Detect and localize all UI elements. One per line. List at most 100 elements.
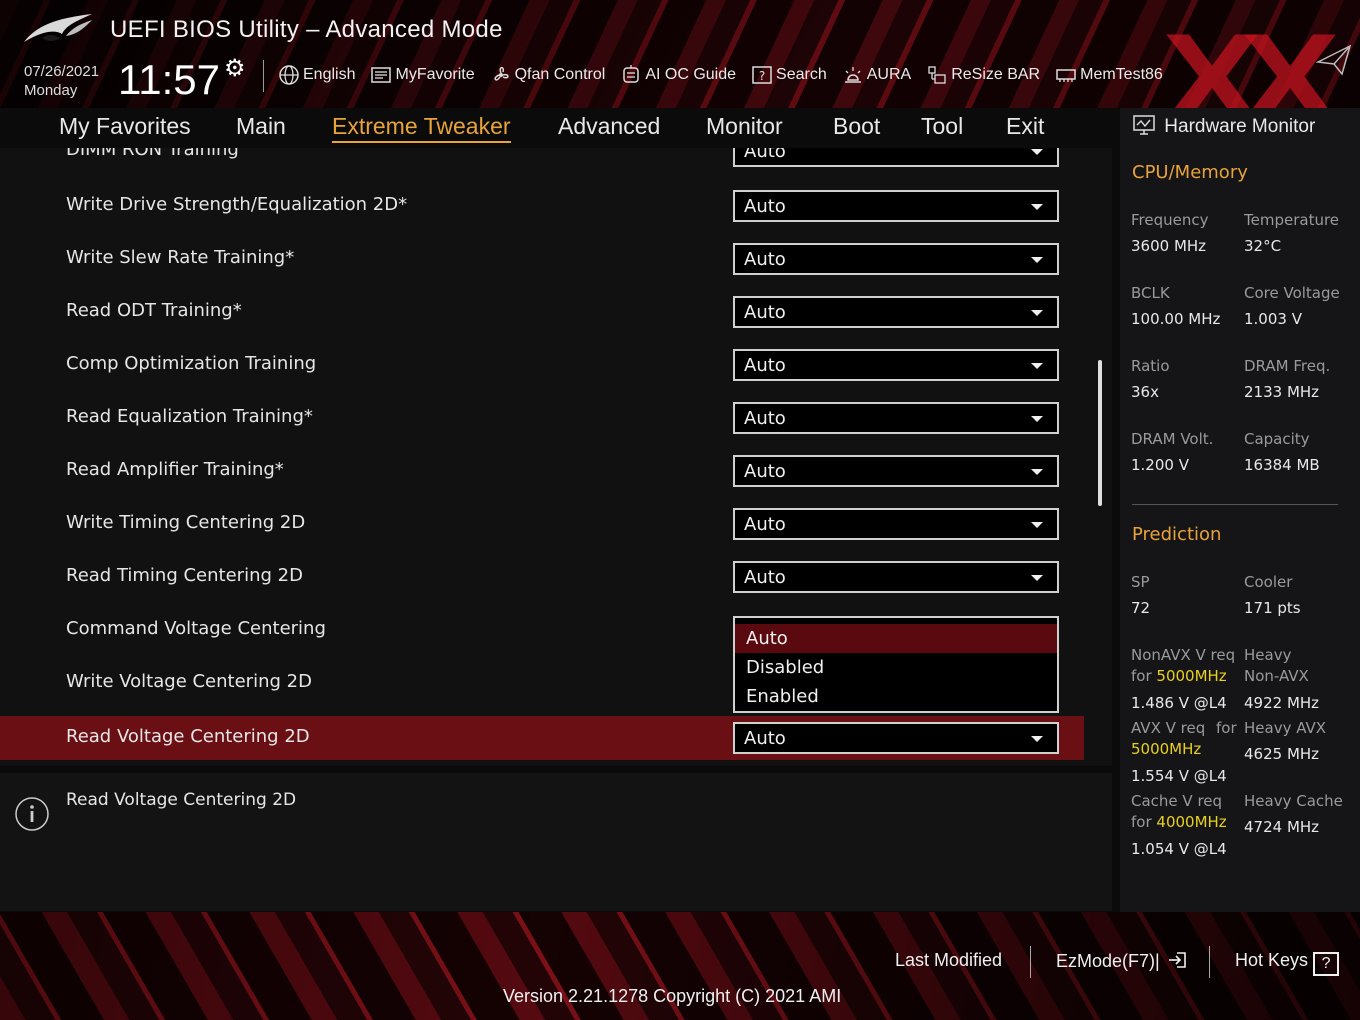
cooler-label: Cooler [1244,573,1293,591]
setting-select[interactable]: Auto [733,722,1059,754]
hardware-monitor-panel: Hardware Monitor CPU/Memory Frequency Te… [1120,108,1360,912]
sp-label: SP [1131,573,1150,591]
last-modified-button[interactable]: Last Modified [895,950,1002,971]
heavy-avx-value: 4625 MHz [1244,745,1320,763]
heavy-nonavx-label-1: Heavy [1244,646,1292,664]
globe-icon [279,65,299,85]
resize-bar-icon [928,66,946,84]
setting-label: Command Voltage Centering [66,618,326,639]
section-cpu-memory: CPU/Memory [1132,162,1248,183]
memtest-icon [1056,69,1076,82]
hot-keys-button[interactable]: Hot Keys? [1235,950,1340,976]
setting-label: Read Equalization Training* [66,406,313,427]
monitor-icon [1133,115,1155,135]
tab-extreme-tweaker[interactable]: Extreme Tweaker [332,113,511,143]
tab-main[interactable]: Main [236,113,286,140]
toolbar-memtest86[interactable]: MemTest86 [1055,64,1163,86]
setting-select[interactable]: Auto [733,561,1059,593]
toolbar-ai-oc-guide-label: AI OC Guide [645,66,737,83]
dram-freq-label: DRAM Freq. [1244,357,1331,375]
setting-row[interactable]: Read Equalization Training* Auto [0,396,1084,440]
setting-row[interactable]: Write Timing Centering 2D Auto [0,502,1084,546]
setting-row[interactable]: Write Drive Strength/Equalization 2D* Au… [0,184,1084,228]
setting-select[interactable]: Auto [733,190,1059,222]
ai-oc-guide-icon [623,65,640,83]
dram-volt-label: DRAM Volt. [1131,430,1214,448]
ratio-label: Ratio [1131,357,1170,375]
setting-select[interactable]: Auto [733,148,1059,167]
section-prediction: Prediction [1132,524,1222,545]
toolbar-english[interactable]: English [278,64,355,86]
toolbar-myfavorite-label: MyFavorite [395,66,475,83]
nonavx-voltage-value: 1.486 V @L4 [1131,694,1227,712]
core-voltage-label: Core Voltage [1244,284,1340,302]
help-text: Read Voltage Centering 2D [66,790,297,810]
setting-label: Write Drive Strength/Equalization 2D* [66,194,408,215]
toolbar-aura[interactable]: AURA [842,64,911,86]
ezmode-label: EzMode(F7)| [1056,951,1160,971]
toolbar-search[interactable]: ? Search [751,64,827,86]
dropdown-option-disabled[interactable]: Disabled [735,653,1057,682]
tab-tool[interactable]: Tool [921,113,963,140]
dram-freq-value: 2133 MHz [1244,383,1320,401]
setting-row[interactable]: Read Timing Centering 2D Auto [0,555,1084,599]
capacity-value: 16384 MB [1244,456,1320,474]
setting-label: Read Amplifier Training* [66,459,284,480]
setting-row[interactable]: Read ODT Training* Auto [0,290,1084,334]
tab-boot[interactable]: Boot [833,113,880,140]
setting-label: Write Timing Centering 2D [66,512,306,533]
setting-label: DIMM RON Training [66,148,239,160]
setting-select[interactable]: Auto [733,455,1059,487]
bclk-label: BCLK [1131,284,1170,302]
setting-row-selected[interactable]: Read Voltage Centering 2D Auto [0,716,1084,760]
clock-settings-gear-icon[interactable]: ⚙ [224,54,246,82]
chevron-down-icon [1031,736,1043,742]
cache-req-label: Cache V req [1131,792,1223,810]
setting-label: Read ODT Training* [66,300,242,321]
chevron-down-icon [1031,416,1043,422]
footer-divider [1030,946,1031,978]
setting-row[interactable]: Write Slew Rate Training* Auto [0,237,1084,281]
cache-freq: 4000MHz [1156,813,1227,831]
help-panel: Read Voltage Centering 2D [0,773,1112,911]
toolbar-resize-bar-label: ReSize BAR [951,66,1041,83]
select-value: Auto [744,514,786,535]
setting-select[interactable]: Auto [733,349,1059,381]
hardware-monitor-title-text: Hardware Monitor [1164,116,1316,137]
nonavx-freq: 5000MHz [1156,667,1227,685]
footer-divider [1209,946,1210,978]
toolbar-resize-bar[interactable]: ReSize BAR [926,64,1040,86]
tab-exit[interactable]: Exit [1006,113,1044,140]
dropdown-option-auto[interactable]: Auto [735,624,1057,653]
setting-label: Comp Optimization Training [66,353,317,374]
ezmode-button[interactable]: EzMode(F7)| [1056,950,1189,972]
tab-advanced[interactable]: Advanced [558,113,660,140]
toolbar-ai-oc-guide[interactable]: AI OC Guide [620,64,736,86]
setting-select[interactable]: Auto [733,402,1059,434]
tab-my-favorites[interactable]: My Favorites [59,113,191,140]
dropdown-option-enabled[interactable]: Enabled [735,682,1057,711]
setting-select[interactable]: Auto [733,296,1059,328]
toolbar-qfan-control[interactable]: Qfan Control [490,64,606,86]
setting-select[interactable]: Auto [733,243,1059,275]
toolbar-myfavorite[interactable]: MyFavorite [370,64,475,86]
toolbar-qfan-label: Qfan Control [514,66,606,83]
chevron-down-icon [1031,363,1043,369]
heavy-avx-label: Heavy AVX [1244,719,1327,737]
main-tab-bar: My Favorites Main Extreme Tweaker Advanc… [0,108,1112,148]
watermark-logo: XX [1162,6,1340,108]
setting-select[interactable]: Auto [733,508,1059,540]
heavy-cache-value: 4724 MHz [1244,818,1320,836]
tab-monitor[interactable]: Monitor [706,113,783,140]
cache-for-label: for 4000MHz [1131,813,1227,831]
setting-row[interactable]: Comp Optimization Training Auto [0,343,1084,387]
setting-row[interactable]: Read Amplifier Training* Auto [0,449,1084,493]
toolbar-memtest86-label: MemTest86 [1080,66,1163,83]
chevron-down-icon [1031,310,1043,316]
select-value: Auto [744,355,786,376]
rog-logo-icon [24,14,92,42]
setting-row[interactable]: DIMM RON Training Auto [0,148,1084,173]
chevron-down-icon [1031,575,1043,581]
settings-scrollbar[interactable] [1098,360,1102,506]
avx-req-text: AVX V req [1131,719,1206,737]
